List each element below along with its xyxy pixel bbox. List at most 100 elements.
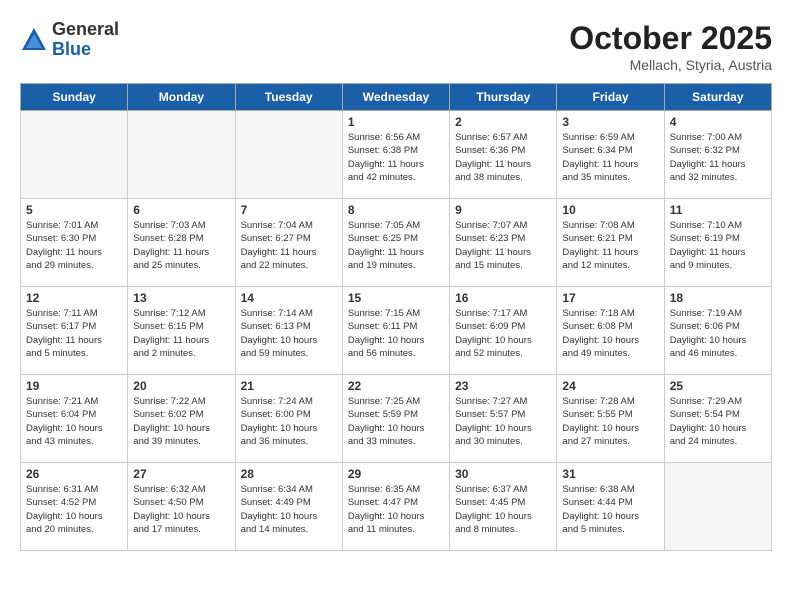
day-info: Sunrise: 7:08 AM Sunset: 6:21 PM Dayligh…: [562, 219, 658, 272]
calendar-cell: 14Sunrise: 7:14 AM Sunset: 6:13 PM Dayli…: [235, 287, 342, 375]
day-number: 19: [26, 379, 122, 393]
calendar-cell: 29 Sunrise: 6:35 AM Sunset: 4:47 PM Dayli…: [342, 463, 449, 551]
day-number: 20: [133, 379, 229, 393]
calendar-cell: [664, 463, 771, 551]
day-info: Sunrise: 6:56 AM Sunset: 6:38 PM Dayligh…: [348, 131, 444, 184]
logo-text: General Blue: [52, 20, 119, 60]
day-info: Sunrise: 7:18 AM Sunset: 6:08 PM Dayligh…: [562, 307, 658, 360]
day-number: 27: [133, 467, 229, 481]
calendar-cell: 19Sunrise: 7:21 AM Sunset: 6:04 PM Dayli…: [21, 375, 128, 463]
day-info: Sunrise: 6:34 AM Sunset: 4:49 PM Dayligh…: [241, 483, 337, 536]
day-number: 26: [26, 467, 122, 481]
day-info: Sunrise: 7:19 AM Sunset: 6:06 PM Dayligh…: [670, 307, 766, 360]
day-info: Sunrise: 7:29 AM Sunset: 5:54 PM Dayligh…: [670, 395, 766, 448]
calendar-cell: 31Sunrise: 6:38 AM Sunset: 4:44 PM Dayli…: [557, 463, 664, 551]
day-info: Sunrise: 7:27 AM Sunset: 5:57 PM Dayligh…: [455, 395, 551, 448]
week-row-4: 19Sunrise: 7:21 AM Sunset: 6:04 PM Dayli…: [21, 375, 772, 463]
day-info: Sunrise: 7:10 AM Sunset: 6:19 PM Dayligh…: [670, 219, 766, 272]
day-number: 12: [26, 291, 122, 305]
calendar-cell: 10 Sunrise: 7:08 AM Sunset: 6:21 PM Dayli…: [557, 199, 664, 287]
logo: General Blue: [20, 20, 119, 60]
page-header: General Blue October 2025 Mellach, Styri…: [20, 20, 772, 73]
calendar-cell: 9Sunrise: 7:07 AM Sunset: 6:23 PM Daylig…: [450, 199, 557, 287]
month-title: October 2025: [569, 20, 772, 57]
title-block: October 2025 Mellach, Styria, Austria: [569, 20, 772, 73]
day-info: Sunrise: 7:12 AM Sunset: 6:15 PM Dayligh…: [133, 307, 229, 360]
calendar-cell: 21Sunrise: 7:24 AM Sunset: 6:00 PM Dayli…: [235, 375, 342, 463]
calendar-cell: 16 Sunrise: 7:17 AM Sunset: 6:09 PM Dayli…: [450, 287, 557, 375]
day-info: Sunrise: 7:25 AM Sunset: 5:59 PM Dayligh…: [348, 395, 444, 448]
day-info: Sunrise: 6:31 AM Sunset: 4:52 PM Dayligh…: [26, 483, 122, 536]
calendar-body: 1 Sunrise: 6:56 AM Sunset: 6:38 PM Daylig…: [21, 111, 772, 551]
day-number: 10: [562, 203, 658, 217]
day-header-thursday: Thursday: [450, 84, 557, 111]
calendar-cell: 20 Sunrise: 7:22 AM Sunset: 6:02 PM Dayli…: [128, 375, 235, 463]
day-number: 13: [133, 291, 229, 305]
day-info: Sunrise: 7:22 AM Sunset: 6:02 PM Dayligh…: [133, 395, 229, 448]
day-info: Sunrise: 6:38 AM Sunset: 4:44 PM Dayligh…: [562, 483, 658, 536]
calendar-cell: 28 Sunrise: 6:34 AM Sunset: 4:49 PM Dayli…: [235, 463, 342, 551]
calendar-cell: 27 Sunrise: 6:32 AM Sunset: 4:50 PM Dayli…: [128, 463, 235, 551]
day-info: Sunrise: 7:07 AM Sunset: 6:23 PM Dayligh…: [455, 219, 551, 272]
day-number: 5: [26, 203, 122, 217]
day-number: 8: [348, 203, 444, 217]
day-number: 29: [348, 467, 444, 481]
day-number: 1: [348, 115, 444, 129]
calendar-table: SundayMondayTuesdayWednesdayThursdayFrid…: [20, 83, 772, 551]
location-subtitle: Mellach, Styria, Austria: [569, 57, 772, 73]
day-number: 24: [562, 379, 658, 393]
day-number: 25: [670, 379, 766, 393]
week-row-1: 1 Sunrise: 6:56 AM Sunset: 6:38 PM Daylig…: [21, 111, 772, 199]
day-number: 23: [455, 379, 551, 393]
calendar-cell: 2 Sunrise: 6:57 AM Sunset: 6:36 PM Daylig…: [450, 111, 557, 199]
day-info: Sunrise: 6:32 AM Sunset: 4:50 PM Dayligh…: [133, 483, 229, 536]
week-row-2: 5 Sunrise: 7:01 AM Sunset: 6:30 PM Daylig…: [21, 199, 772, 287]
day-header-tuesday: Tuesday: [235, 84, 342, 111]
week-row-5: 26 Sunrise: 6:31 AM Sunset: 4:52 PM Dayli…: [21, 463, 772, 551]
calendar-cell: 3Sunrise: 6:59 AM Sunset: 6:34 PM Daylig…: [557, 111, 664, 199]
week-row-3: 12 Sunrise: 7:11 AM Sunset: 6:17 PM Dayli…: [21, 287, 772, 375]
calendar-cell: 23 Sunrise: 7:27 AM Sunset: 5:57 PM Dayli…: [450, 375, 557, 463]
day-number: 16: [455, 291, 551, 305]
day-info: Sunrise: 7:00 AM Sunset: 6:32 PM Dayligh…: [670, 131, 766, 184]
calendar-cell: 6Sunrise: 7:03 AM Sunset: 6:28 PM Daylig…: [128, 199, 235, 287]
day-info: Sunrise: 7:17 AM Sunset: 6:09 PM Dayligh…: [455, 307, 551, 360]
day-info: Sunrise: 7:04 AM Sunset: 6:27 PM Dayligh…: [241, 219, 337, 272]
day-header-monday: Monday: [128, 84, 235, 111]
day-header-friday: Friday: [557, 84, 664, 111]
day-info: Sunrise: 7:03 AM Sunset: 6:28 PM Dayligh…: [133, 219, 229, 272]
calendar-cell: 25 Sunrise: 7:29 AM Sunset: 5:54 PM Dayli…: [664, 375, 771, 463]
calendar-cell: 17 Sunrise: 7:18 AM Sunset: 6:08 PM Dayli…: [557, 287, 664, 375]
day-number: 17: [562, 291, 658, 305]
calendar-cell: 13 Sunrise: 7:12 AM Sunset: 6:15 PM Dayli…: [128, 287, 235, 375]
day-number: 11: [670, 203, 766, 217]
calendar-cell: 30Sunrise: 6:37 AM Sunset: 4:45 PM Dayli…: [450, 463, 557, 551]
day-info: Sunrise: 7:28 AM Sunset: 5:55 PM Dayligh…: [562, 395, 658, 448]
day-info: Sunrise: 7:14 AM Sunset: 6:13 PM Dayligh…: [241, 307, 337, 360]
day-number: 18: [670, 291, 766, 305]
calendar-cell: 1 Sunrise: 6:56 AM Sunset: 6:38 PM Daylig…: [342, 111, 449, 199]
day-info: Sunrise: 7:11 AM Sunset: 6:17 PM Dayligh…: [26, 307, 122, 360]
calendar-cell: 12 Sunrise: 7:11 AM Sunset: 6:17 PM Dayli…: [21, 287, 128, 375]
day-number: 4: [670, 115, 766, 129]
calendar-cell: 22 Sunrise: 7:25 AM Sunset: 5:59 PM Dayli…: [342, 375, 449, 463]
calendar-cell: [21, 111, 128, 199]
calendar-cell: 4 Sunrise: 7:00 AM Sunset: 6:32 PM Daylig…: [664, 111, 771, 199]
day-info: Sunrise: 6:57 AM Sunset: 6:36 PM Dayligh…: [455, 131, 551, 184]
day-number: 2: [455, 115, 551, 129]
calendar-cell: [235, 111, 342, 199]
days-of-week-row: SundayMondayTuesdayWednesdayThursdayFrid…: [21, 84, 772, 111]
day-info: Sunrise: 6:35 AM Sunset: 4:47 PM Dayligh…: [348, 483, 444, 536]
day-header-sunday: Sunday: [21, 84, 128, 111]
day-number: 28: [241, 467, 337, 481]
calendar-cell: 11 Sunrise: 7:10 AM Sunset: 6:19 PM Dayli…: [664, 199, 771, 287]
calendar-cell: 18 Sunrise: 7:19 AM Sunset: 6:06 PM Dayli…: [664, 287, 771, 375]
day-info: Sunrise: 7:01 AM Sunset: 6:30 PM Dayligh…: [26, 219, 122, 272]
day-number: 21: [241, 379, 337, 393]
day-number: 15: [348, 291, 444, 305]
day-info: Sunrise: 6:37 AM Sunset: 4:45 PM Dayligh…: [455, 483, 551, 536]
day-number: 22: [348, 379, 444, 393]
calendar-cell: 15Sunrise: 7:15 AM Sunset: 6:11 PM Dayli…: [342, 287, 449, 375]
day-header-saturday: Saturday: [664, 84, 771, 111]
logo-blue: Blue: [52, 39, 91, 59]
